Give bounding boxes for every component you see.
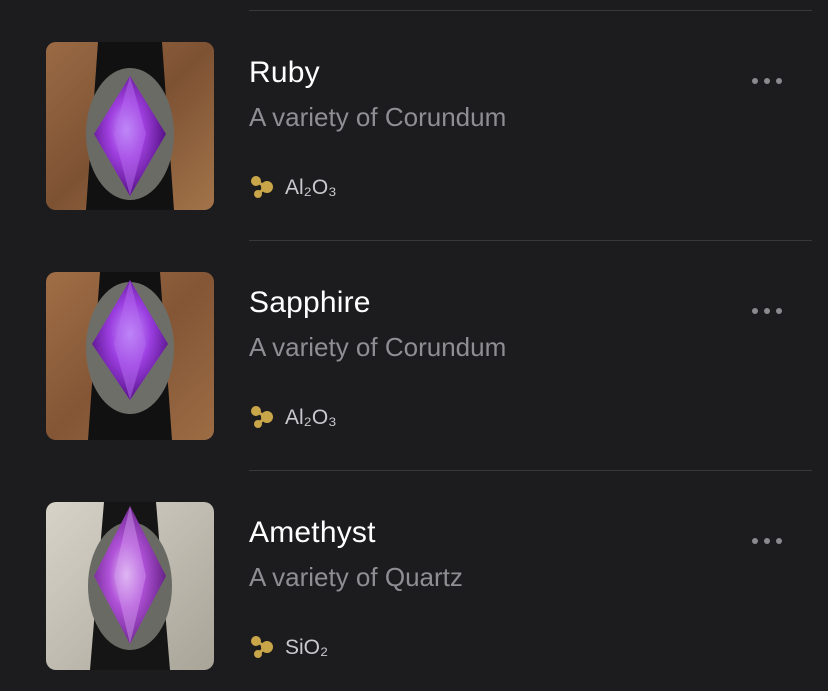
gem-formula: Al₂O₃ [249,174,337,200]
gem-variety: A variety of Quartz [249,562,463,592]
list-item-sapphire[interactable]: Sapphire A variety of Corundum Al₂O₃ [0,241,828,471]
ellipsis-dot [776,308,782,314]
formula-text: SiO₂ [285,635,329,659]
ellipsis-dot [752,308,758,314]
ellipsis-dot [764,538,770,544]
gem-formula: Al₂O₃ [249,404,337,430]
molecule-icon [251,176,273,198]
gem-formula: SiO₂ [249,634,328,660]
more-options-button[interactable] [752,534,782,548]
more-options-button[interactable] [752,74,782,88]
ellipsis-dot [764,308,770,314]
more-options-button[interactable] [752,304,782,318]
list-item-amethyst[interactable]: Amethyst A variety of Quartz SiO₂ [0,471,828,691]
formula-text: Al₂O₃ [285,175,337,199]
gem-thumbnail [46,272,214,440]
list-item-ruby[interactable]: Ruby A variety of Corundum Al₂O₃ [0,11,828,241]
molecule-icon [251,636,273,658]
ellipsis-dot [752,78,758,84]
ellipsis-dot [776,538,782,544]
ellipsis-dot [752,538,758,544]
gem-variety: A variety of Corundum [249,332,507,362]
gem-thumbnail [46,502,214,670]
gem-variety: A variety of Corundum [249,102,507,132]
gem-name: Amethyst [249,516,376,549]
gem-list: Ruby A variety of Corundum Al₂O₃ Sapphir… [0,0,828,691]
molecule-icon [251,406,273,428]
gem-thumbnail [46,42,214,210]
gem-name: Sapphire [249,286,371,319]
formula-text: Al₂O₃ [285,405,337,429]
ellipsis-dot [764,78,770,84]
gem-name: Ruby [249,56,320,89]
ellipsis-dot [776,78,782,84]
